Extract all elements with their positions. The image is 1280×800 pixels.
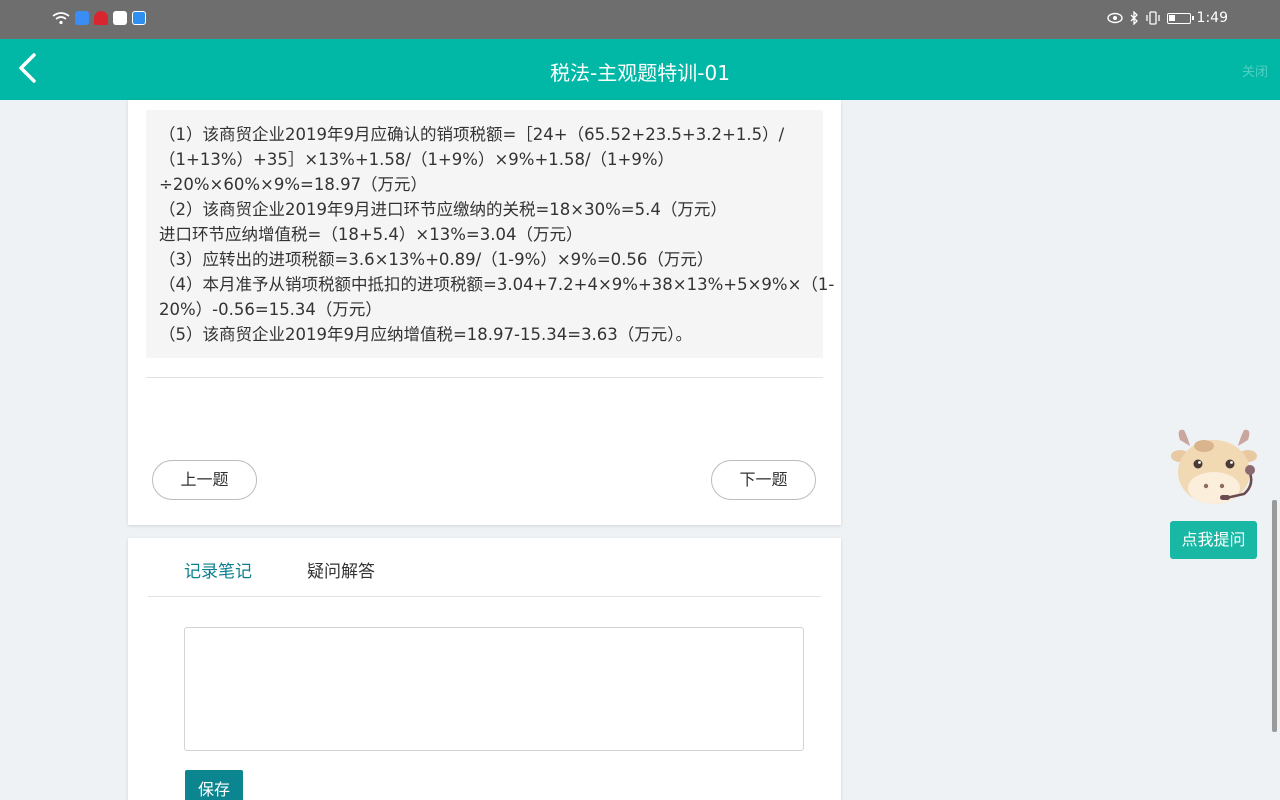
- answer-card: （1）该商贸企业2019年9月应确认的销项税额=［24+（65.52+23.5+…: [128, 100, 841, 525]
- page-title: 税法-主观题特训-01: [550, 61, 730, 85]
- close-button[interactable]: 关闭: [1242, 61, 1268, 80]
- answer-line: （2）该商贸企业2019年9月进口环节应缴纳的关税=18×30%=5.4（万元）: [159, 200, 727, 219]
- answer-line: 进口环节应纳增值税=（18+5.4）×13%=3.04（万元）: [159, 225, 583, 244]
- app-header: 税法-主观题特训-01 关闭: [0, 39, 1280, 100]
- tab-qa[interactable]: 疑问解答: [307, 557, 375, 582]
- a-icon: [113, 11, 127, 25]
- status-icons-right: 1:49: [1106, 10, 1228, 26]
- answer-line: （1）该商贸企业2019年9月应确认的销项税额=［24+（65.52+23.5+…: [159, 125, 785, 144]
- prev-question-button[interactable]: 上一题: [152, 460, 257, 500]
- wifi-icon: [52, 12, 70, 25]
- answer-line: （1+13%）+35］×13%+1.58/（1+9%）×9%+1.58/（1+9…: [159, 150, 675, 169]
- vibrate-icon: [1145, 11, 1160, 25]
- scrollbar[interactable]: [1272, 500, 1277, 732]
- huawei-icon: [94, 11, 108, 25]
- app-icon: [132, 11, 146, 25]
- note-textarea[interactable]: [184, 627, 804, 751]
- status-bar: 1:49: [0, 0, 1280, 39]
- tab-notes[interactable]: 记录笔记: [184, 557, 252, 582]
- battery-icon: [1166, 12, 1194, 24]
- answer-line: （5）该商贸企业2019年9月应纳增值税=18.97-15.34=3.63（万元…: [159, 325, 693, 344]
- answer-line: ÷20%×60%×9%=18.97（万元）: [159, 175, 428, 194]
- bluetooth-icon: [1130, 11, 1138, 25]
- answer-analysis: （1）该商贸企业2019年9月应确认的销项税额=［24+（65.52+23.5+…: [146, 110, 835, 358]
- divider: [148, 596, 821, 597]
- notes-card: 记录笔记 疑问解答 保存: [128, 538, 841, 800]
- ask-question-button[interactable]: 点我提问: [1170, 521, 1257, 559]
- answer-line: 20%）-0.56=15.34（万元）: [159, 300, 382, 319]
- status-time: 1:49: [1196, 10, 1228, 26]
- answer-line: （4）本月准予从销项税额中抵扣的进项税额=3.04+7.2+4×9%+38×13…: [159, 275, 835, 294]
- divider: [146, 377, 823, 378]
- status-icons-left: [52, 11, 146, 25]
- cow-mascot-icon[interactable]: [1170, 428, 1258, 522]
- next-question-button[interactable]: 下一题: [711, 460, 816, 500]
- answer-line: （3）应转出的进项税额=3.6×13%+0.89/（1-9%）×9%=0.56（…: [159, 250, 714, 269]
- save-button[interactable]: 保存: [185, 770, 243, 800]
- eye-icon: [1106, 12, 1123, 24]
- cloud-icon: [75, 11, 89, 25]
